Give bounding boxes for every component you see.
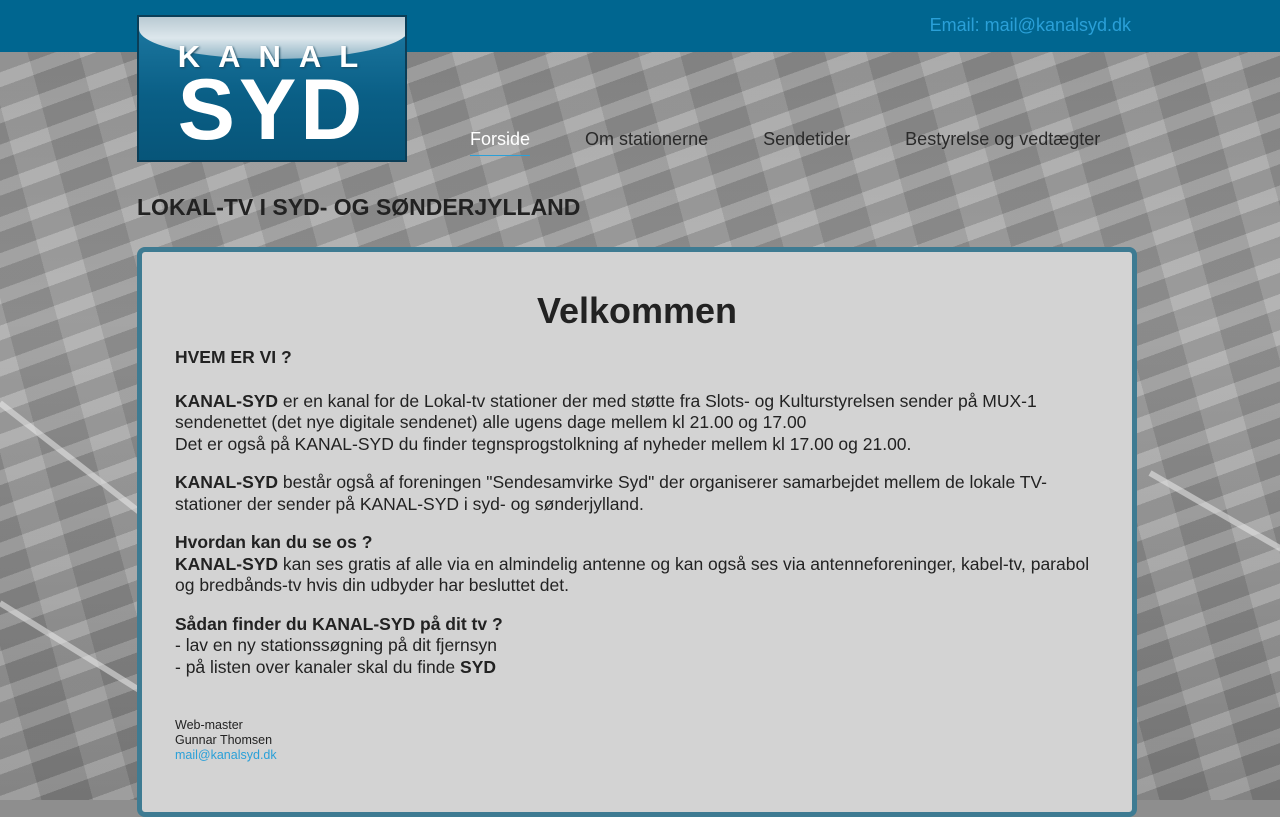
nav-item-sendetider[interactable]: Sendetider xyxy=(763,129,850,156)
main-nav: Forside Om stationerne Sendetider Bestyr… xyxy=(470,129,1155,156)
webmaster-email-link[interactable]: mail@kanalsyd.dk xyxy=(175,748,277,762)
webmaster-role: Web-master xyxy=(175,718,1099,733)
association-paragraph: KANAL-SYD består også af foreningen "Sen… xyxy=(175,472,1099,515)
how-to-watch-paragraph: Hvordan kan du se os ? KANAL-SYD kan ses… xyxy=(175,532,1099,597)
sign-language-text: Det er også på KANAL-SYD du finder tegns… xyxy=(175,434,911,454)
logo-main-text: SYD xyxy=(139,65,405,155)
brand-name: KANAL-SYD xyxy=(175,554,278,574)
content-panel: Velkommen HVEM ER VI ? KANAL-SYD er en k… xyxy=(137,247,1137,817)
header-email-link[interactable]: Email: mail@kanalsyd.dk xyxy=(930,15,1131,36)
intro-paragraph: KANAL-SYD er en kanal for de Lokal-tv st… xyxy=(175,391,1099,456)
how-to-watch-text: kan ses gratis af alle via en almindelig… xyxy=(175,554,1089,596)
channel-name: SYD xyxy=(460,657,496,677)
find-channel-step-2: - på listen over kanaler skal du finde xyxy=(175,657,460,677)
site-logo[interactable]: KANAL SYD xyxy=(137,15,407,162)
welcome-heading: Velkommen xyxy=(175,290,1099,332)
find-channel-heading: Sådan finder du KANAL-SYD på dit tv ? xyxy=(175,614,503,634)
how-to-watch-heading: Hvordan kan du se os ? xyxy=(175,532,372,552)
nav-item-bestyrelse[interactable]: Bestyrelse og vedtægter xyxy=(905,129,1100,156)
brand-name: KANAL-SYD xyxy=(175,472,278,492)
webmaster-name: Gunnar Thomsen xyxy=(175,733,1099,748)
nav-item-forside[interactable]: Forside xyxy=(470,129,530,156)
nav-item-om-stationerne[interactable]: Om stationerne xyxy=(585,129,708,156)
background-stripe xyxy=(1149,470,1280,575)
page-tagline: LOKAL-TV I SYD- OG SØNDERJYLLAND xyxy=(137,194,580,221)
find-channel-paragraph: Sådan finder du KANAL-SYD på dit tv ? - … xyxy=(175,614,1099,679)
intro-text: er en kanal for de Lokal-tv stationer de… xyxy=(175,391,1037,433)
background-stripe xyxy=(0,600,154,700)
who-heading: HVEM ER VI ? xyxy=(175,347,1099,369)
brand-name: KANAL-SYD xyxy=(175,391,278,411)
find-channel-step-1: - lav en ny stationssøgning på dit fjern… xyxy=(175,635,497,655)
webmaster-info: Web-master Gunnar Thomsen mail@kanalsyd.… xyxy=(175,718,1099,763)
association-text: består også af foreningen "Sendesamvirke… xyxy=(175,472,1047,514)
